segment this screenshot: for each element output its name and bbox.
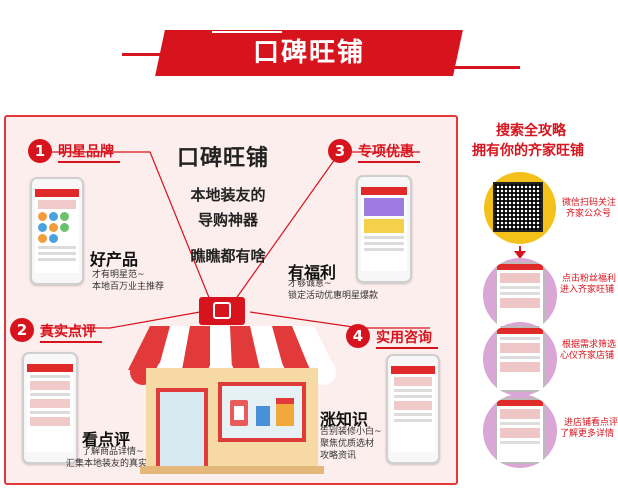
- storefront-window-goods: [230, 398, 294, 426]
- guide-step-4-image: [483, 394, 557, 468]
- storefront-base: [140, 466, 324, 474]
- qr-code-icon: [493, 182, 543, 232]
- guide-title-2: 拥有你的齐家旺铺: [472, 143, 584, 159]
- guide-step-4-line2: 了解更多详情: [560, 429, 615, 439]
- guide-step-2-image: [483, 258, 557, 332]
- guide-step-1-line2: 齐家公众号: [566, 209, 612, 219]
- guide-step-2-line2: 进入齐家旺铺: [560, 285, 615, 295]
- guide-step-3-line1: 根据需求筛选: [562, 340, 617, 350]
- guide-step-4-line1: 进店铺看点评: [564, 418, 618, 428]
- guide-step-1-line1: 微信扫码关注: [562, 198, 617, 208]
- storefront-door: [156, 388, 208, 472]
- guide-step-3-line2: 心仪齐家店铺: [560, 351, 615, 361]
- guide-title-1: 搜索全攻略: [496, 123, 566, 139]
- guide-step-2-line1: 点击粉丝福利: [562, 274, 617, 284]
- store-logo-icon: [213, 302, 231, 319]
- guide-step-3-image: [483, 322, 557, 396]
